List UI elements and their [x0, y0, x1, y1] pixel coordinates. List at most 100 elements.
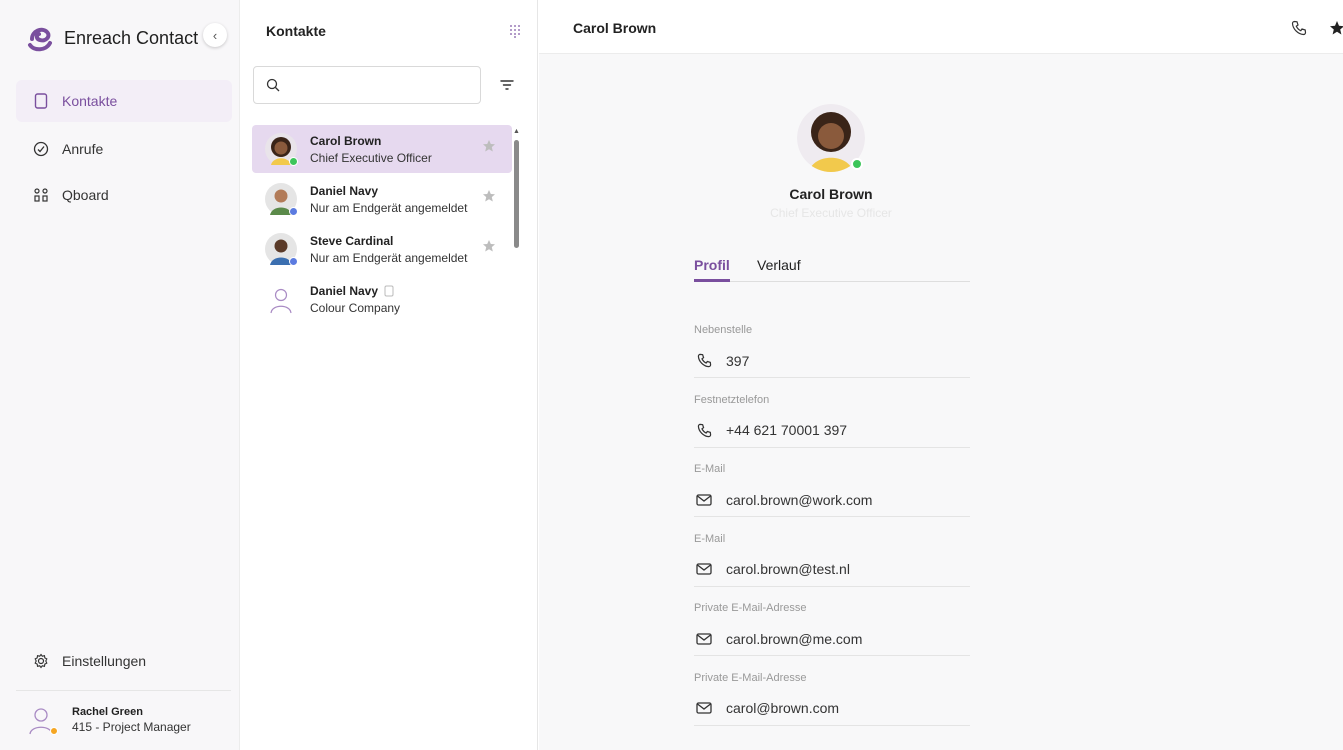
- favorite-star-icon[interactable]: [482, 139, 496, 153]
- field-label: Private E-Mail-Adresse: [694, 671, 807, 684]
- tab-profil[interactable]: Profil: [694, 257, 730, 273]
- collapse-sidebar-button[interactable]: ‹: [203, 23, 227, 47]
- field-label: Nebenstelle: [694, 324, 753, 336]
- settings-label: Einstellungen: [62, 653, 147, 669]
- mail-icon: [696, 700, 712, 716]
- field-value-row[interactable]: carol@brown.com: [694, 692, 970, 726]
- current-user[interactable]: Rachel Green 415 - Project Manager: [28, 705, 191, 735]
- search-icon: [266, 78, 280, 92]
- detail-header: Carol Brown: [539, 0, 1343, 54]
- tab-verlauf[interactable]: Verlauf: [757, 257, 801, 273]
- detail-tabs: Profil Verlauf: [694, 244, 970, 282]
- favorite-star-icon[interactable]: [482, 239, 496, 253]
- call-history-icon: [32, 140, 50, 158]
- sidebar: Enreach Contact ‹ Kontakte Anrufe Qboard…: [0, 0, 240, 750]
- contact-subtitle: Colour Company: [310, 300, 401, 315]
- contacts-title: Kontakte: [266, 23, 326, 39]
- mail-icon: [696, 492, 712, 508]
- search-input[interactable]: [290, 77, 480, 93]
- phonebook-icon: [32, 92, 50, 110]
- contact-name: Daniel Navy: [310, 183, 379, 198]
- user-name: Rachel Green: [72, 706, 143, 718]
- user-status-indicator: [50, 727, 58, 735]
- scroll-up-arrow-icon[interactable]: ▲: [513, 128, 520, 135]
- field-value: carol@brown.com: [726, 700, 840, 717]
- field-value-row[interactable]: carol.brown@test.nl: [694, 553, 970, 587]
- brand: Enreach Contact: [24, 22, 198, 54]
- contact-list: Carol Brown Chief Executive Officer Dani…: [252, 125, 512, 325]
- call-button-phone-icon[interactable]: [1291, 20, 1307, 36]
- field-value: carol.brown@me.com: [726, 630, 863, 647]
- field-private-email: Private E-Mail-Adresse carol@brown.com: [694, 668, 970, 738]
- sidebar-item-kontakte[interactable]: Kontakte: [16, 80, 232, 122]
- field-value: carol.brown@work.com: [726, 491, 873, 508]
- scrollbar-thumb[interactable]: [514, 140, 519, 248]
- field-value: carol.brown@test.nl: [726, 561, 850, 578]
- field-private-email: Private E-Mail-Adresse carol.brown@me.co…: [694, 598, 970, 668]
- contact-subtitle: Chief Executive Officer: [310, 150, 432, 165]
- field-label: Private E-Mail-Adresse: [694, 602, 807, 615]
- user-role: 415 - Project Manager: [72, 720, 191, 734]
- phone-icon: [696, 422, 712, 438]
- mail-icon: [696, 631, 712, 647]
- phonebook-icon: [384, 285, 394, 296]
- sidebar-item-anrufe[interactable]: Anrufe: [16, 128, 232, 170]
- detail-title: Carol Brown: [573, 20, 657, 36]
- profile-fields: Nebenstelle 397 Festnetztelefon +44 621 …: [694, 320, 970, 738]
- contact-item[interactable]: Steve Cardinal Nur am Endgerät angemelde…: [252, 225, 512, 273]
- field-value-row[interactable]: carol.brown@work.com: [694, 483, 970, 518]
- favorite-star-icon[interactable]: [482, 189, 496, 203]
- field-festnetztelefon: Festnetztelefon +44 621 70001 397: [694, 390, 970, 460]
- qboard-icon: [32, 186, 50, 204]
- contact-item[interactable]: Daniel Navy Colour Company: [252, 275, 512, 323]
- contact-item[interactable]: Carol Brown Chief Executive Officer: [252, 125, 512, 173]
- profile-subtitle: Chief Executive Officer: [770, 206, 892, 220]
- contact-avatar: [265, 133, 298, 166]
- field-nebenstelle: Nebenstelle 397: [694, 320, 970, 390]
- presence-indicator: [289, 207, 298, 216]
- dialpad-icon[interactable]: [508, 24, 522, 38]
- presence-indicator: [289, 257, 298, 266]
- contact-subtitle: Nur am Endgerät angemeldet: [310, 200, 468, 215]
- sidebar-item-label: Kontakte: [62, 93, 118, 109]
- contact-name: Steve Cardinal: [310, 233, 394, 248]
- phone-icon: [696, 353, 712, 369]
- sidebar-divider: [16, 690, 231, 691]
- profile-name: Carol Brown: [789, 186, 873, 202]
- chevron-left-icon: ‹: [212, 27, 218, 43]
- filter-icon[interactable]: [499, 77, 515, 93]
- presence-indicator: [289, 157, 298, 166]
- contact-item[interactable]: Daniel Navy Nur am Endgerät angemeldet: [252, 175, 512, 223]
- gear-icon: [32, 652, 50, 670]
- field-email: E-Mail carol.brown@test.nl: [694, 529, 970, 599]
- enreach-logo-icon: [28, 27, 52, 52]
- sidebar-item-einstellungen[interactable]: Einstellungen: [16, 640, 232, 682]
- active-tab-indicator: [694, 279, 730, 282]
- sidebar-item-label: Qboard: [62, 187, 109, 203]
- user-avatar: [28, 705, 58, 735]
- contact-name: Carol Brown: [310, 133, 382, 148]
- contact-name-text: Daniel Navy: [310, 283, 379, 298]
- contact-avatar: [265, 183, 298, 216]
- mail-icon: [696, 561, 712, 577]
- profile-presence-indicator: [851, 158, 863, 170]
- field-value: 397: [726, 352, 750, 369]
- field-value-row[interactable]: +44 621 70001 397: [694, 414, 970, 448]
- favorite-star-icon[interactable]: [1329, 20, 1343, 36]
- contact-avatar-placeholder: [265, 283, 297, 315]
- field-label: E-Mail: [694, 532, 726, 545]
- sidebar-item-label: Anrufe: [62, 141, 104, 157]
- field-label: E-Mail: [694, 463, 726, 476]
- field-email: E-Mail carol.brown@work.com: [694, 459, 970, 529]
- field-value-row[interactable]: carol.brown@me.com: [694, 622, 970, 657]
- search-box: [253, 66, 481, 104]
- contacts-panel: Kontakte Carol Brown Chief Executive Off…: [240, 0, 538, 750]
- sidebar-item-qboard[interactable]: Qboard: [16, 174, 232, 216]
- field-value-row[interactable]: 397: [694, 344, 970, 378]
- contact-detail-panel: Carol Brown Carol Brown Chief Executive …: [539, 0, 1343, 750]
- field-label: Festnetztelefon: [694, 393, 770, 406]
- contact-name: Daniel Navy: [310, 284, 400, 298]
- contact-subtitle: Nur am Endgerät angemeldet: [310, 250, 468, 265]
- contact-avatar: [265, 233, 298, 266]
- app-name: Enreach Contact: [64, 27, 199, 48]
